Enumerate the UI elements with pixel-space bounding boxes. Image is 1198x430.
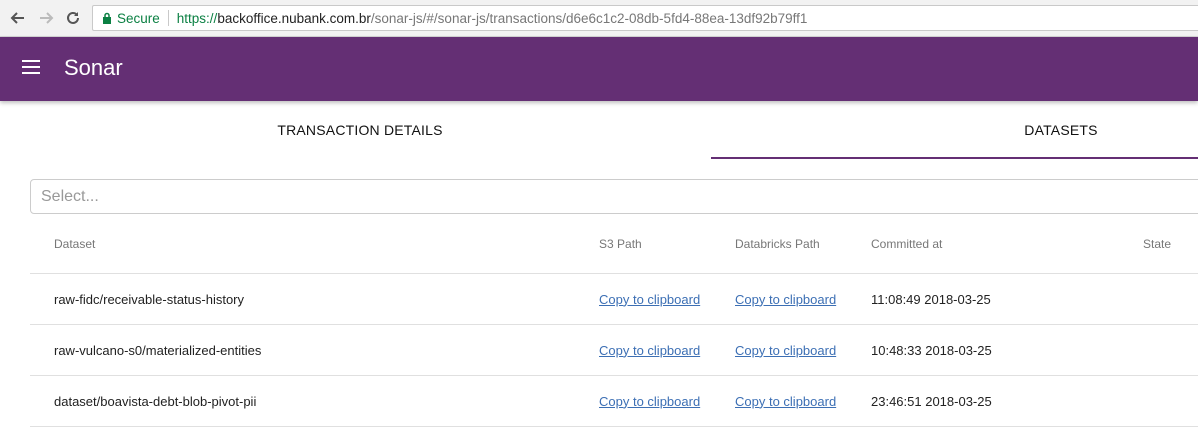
copy-databricks-path-link[interactable]: Copy to clipboard bbox=[735, 274, 836, 324]
reload-button[interactable] bbox=[63, 8, 83, 28]
committed-at: 23:46:51 2018-03-25 bbox=[871, 393, 992, 409]
dataset-name: raw-fidc/receivable-status-history bbox=[54, 291, 245, 307]
app-header: Sonar bbox=[0, 37, 1198, 101]
dataset-select[interactable]: Select... bbox=[30, 179, 1198, 214]
committed-at: 10:48:33 2018-03-25 bbox=[871, 342, 992, 358]
copy-s3-path-link[interactable]: Copy to clipboard bbox=[599, 325, 700, 375]
hamburger-menu-icon[interactable] bbox=[22, 60, 42, 78]
column-header-databricks-path[interactable]: Databricks Path bbox=[735, 214, 820, 273]
app-title: Sonar bbox=[64, 55, 123, 80]
copy-s3-path-link[interactable]: Copy to clipboard bbox=[599, 376, 700, 426]
arrow-left-icon bbox=[10, 12, 24, 24]
address-bar[interactable]: Secure https:// backoffice.nubank.com.br… bbox=[92, 5, 1198, 31]
lock-icon bbox=[103, 12, 111, 24]
table-row: raw-fidc/receivable-status-history Copy … bbox=[30, 274, 1198, 325]
committed-at: 11:08:49 2018-03-25 bbox=[871, 291, 991, 307]
column-header-dataset[interactable]: Dataset bbox=[54, 214, 95, 273]
copy-databricks-path-link[interactable]: Copy to clipboard bbox=[735, 376, 836, 426]
active-tab-indicator bbox=[711, 157, 1198, 159]
column-header-state[interactable]: State bbox=[1143, 214, 1171, 273]
copy-s3-path-link[interactable]: Copy to clipboard bbox=[599, 274, 700, 324]
arrow-right-icon bbox=[40, 12, 54, 24]
tab-bar: TRANSACTION DETAILS DATASETS bbox=[0, 101, 1198, 159]
secure-label: Secure bbox=[117, 10, 160, 26]
tab-datasets[interactable]: DATASETS bbox=[711, 101, 1198, 159]
table-row: dataset/boavista-debt-blob-pivot-pii Cop… bbox=[30, 376, 1198, 427]
copy-databricks-path-link[interactable]: Copy to clipboard bbox=[735, 325, 836, 375]
column-header-s3-path[interactable]: S3 Path bbox=[599, 214, 642, 273]
reload-icon bbox=[67, 11, 79, 24]
table-header: Dataset S3 Path Databricks Path Committe… bbox=[30, 214, 1198, 274]
back-button[interactable] bbox=[8, 8, 28, 28]
url-separator bbox=[167, 10, 169, 26]
url-scheme: https:// bbox=[176, 10, 218, 26]
url-host: backoffice.nubank.com.br bbox=[217, 10, 371, 26]
table-row: raw-vulcano-s0/materialized-entities Cop… bbox=[30, 325, 1198, 376]
tab-transaction-details[interactable]: TRANSACTION DETAILS bbox=[0, 101, 720, 159]
dataset-name: dataset/boavista-debt-blob-pivot-pii bbox=[54, 393, 257, 409]
url-path: /sonar-js/#/sonar-js/transactions/d6e6c1… bbox=[370, 10, 808, 26]
browser-toolbar: Secure https:// backoffice.nubank.com.br… bbox=[0, 0, 1198, 37]
forward-button[interactable] bbox=[36, 8, 56, 28]
column-header-committed-at[interactable]: Committed at bbox=[871, 214, 942, 273]
dataset-name: raw-vulcano-s0/materialized-entities bbox=[54, 342, 262, 358]
datasets-table: Dataset S3 Path Databricks Path Committe… bbox=[30, 214, 1198, 427]
